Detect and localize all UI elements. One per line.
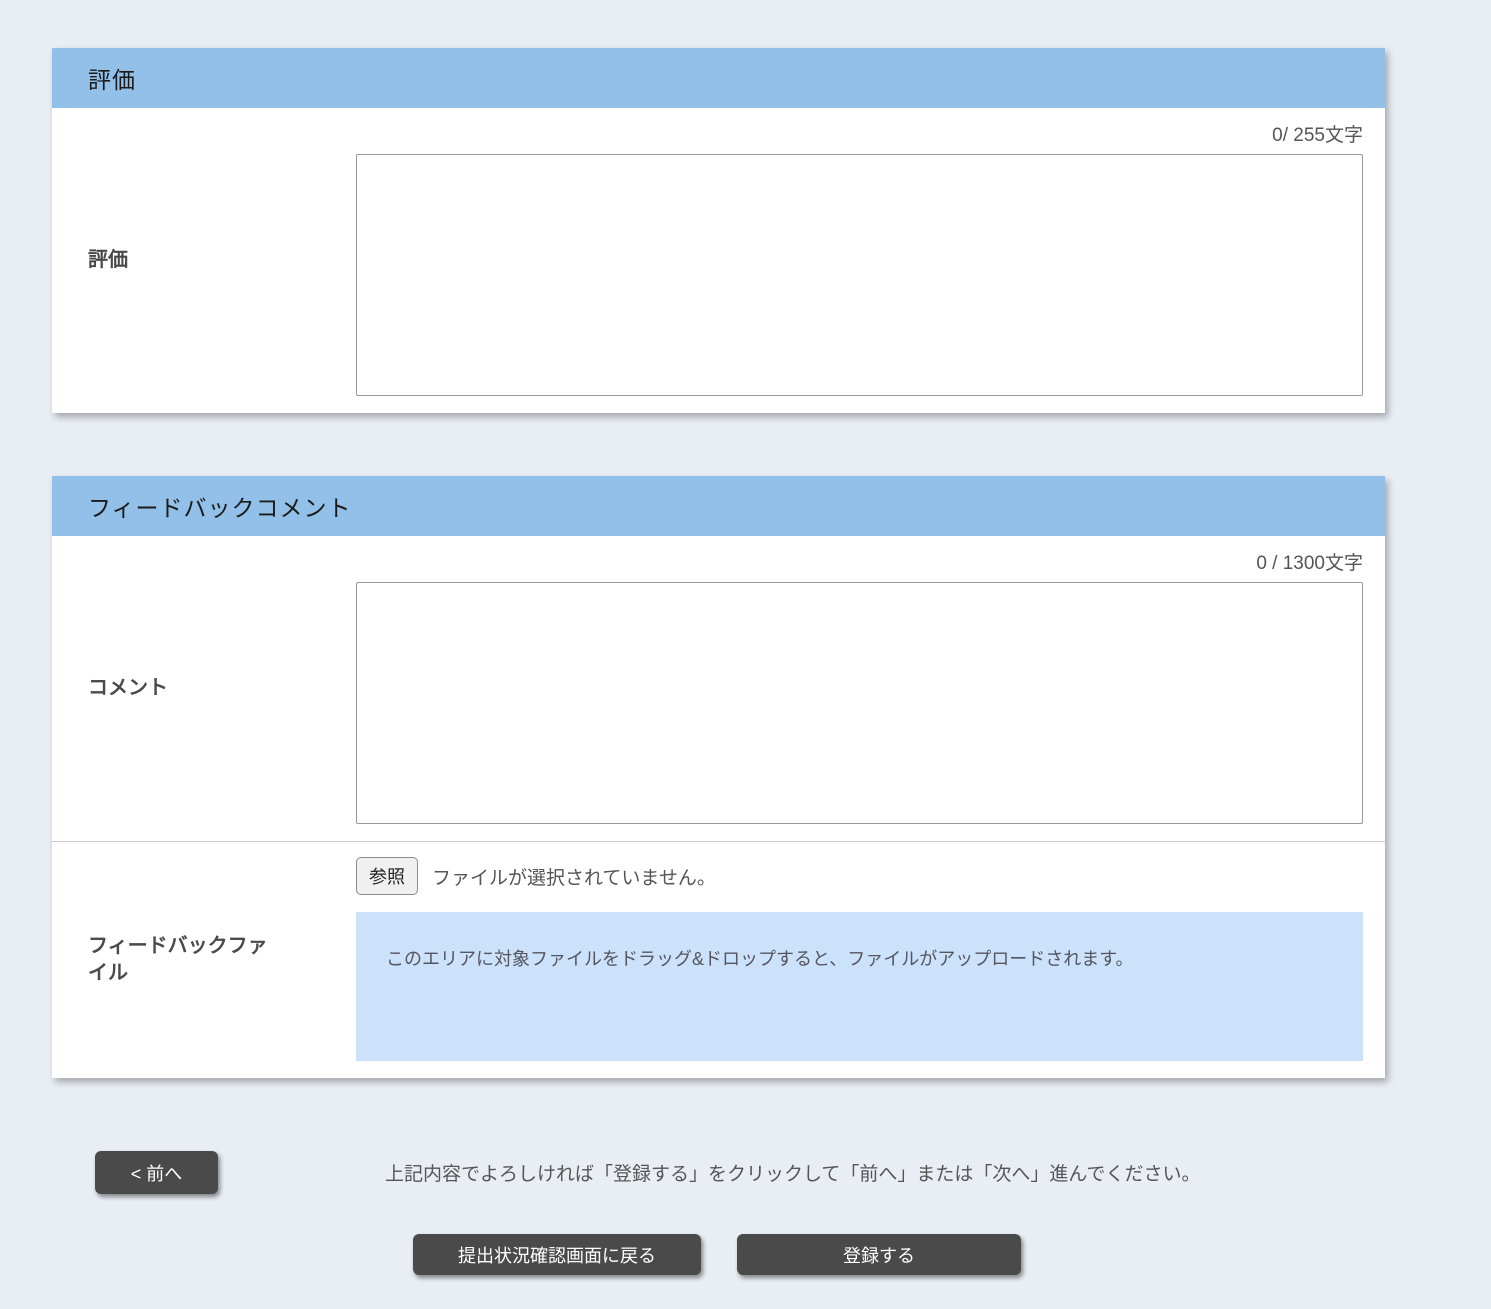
browse-file-button[interactable]: 参照: [356, 857, 418, 895]
evaluation-textarea[interactable]: [356, 154, 1363, 396]
file-drop-area-text: このエリアに対象ファイルをドラッグ&ドロップすると、ファイルがアップロードされま…: [386, 949, 1133, 969]
evaluation-field: 0/ 255文字: [356, 108, 1385, 413]
feedback-file-label: フィードバックファイル: [52, 842, 356, 1078]
feedback-panel-title: フィードバックコメント: [88, 489, 352, 523]
evaluation-panel: 評価 評価 0/ 255文字: [52, 48, 1385, 413]
evaluation-panel-title: 評価: [88, 61, 136, 95]
feedback-panel-header: フィードバックコメント: [52, 476, 1385, 536]
previous-button[interactable]: < 前へ: [95, 1151, 218, 1194]
register-button[interactable]: 登録する: [737, 1234, 1021, 1275]
comment-label: コメント: [52, 536, 356, 841]
footer-instruction-text: 上記内容でよろしければ「登録する」をクリックして「前へ」または「次へ」進んでくだ…: [385, 1159, 1200, 1186]
comment-char-counter: 0 / 1300文字: [356, 548, 1363, 575]
comment-textarea[interactable]: [356, 582, 1363, 824]
footer-actions: < 前へ 上記内容でよろしければ「登録する」をクリックして「前へ」または「次へ」…: [0, 1151, 1491, 1275]
feedback-file-row: フィードバックファイル 参照 ファイルが選択されていません。 このエリアに対象フ…: [52, 841, 1385, 1078]
evaluation-row: 評価 0/ 255文字: [52, 108, 1385, 413]
file-drop-area[interactable]: このエリアに対象ファイルをドラッグ&ドロップすると、ファイルがアップロードされま…: [356, 912, 1363, 1061]
file-input-row: 参照 ファイルが選択されていません。: [356, 857, 1363, 895]
feedback-file-field: 参照 ファイルが選択されていません。 このエリアに対象ファイルをドラッグ&ドロッ…: [356, 842, 1385, 1078]
footer-row-submit: 提出状況確認画面に戻る 登録する: [413, 1234, 1491, 1275]
evaluation-label: 評価: [52, 108, 356, 413]
comment-field: 0 / 1300文字: [356, 536, 1385, 841]
comment-row: コメント 0 / 1300文字: [52, 536, 1385, 841]
comment-label-text: コメント: [88, 675, 168, 702]
back-to-status-button[interactable]: 提出状況確認画面に戻る: [413, 1234, 701, 1275]
evaluation-label-text: 評価: [88, 247, 128, 274]
feedback-file-label-text: フィードバックファイル: [88, 933, 286, 987]
footer-row-previous: < 前へ 上記内容でよろしければ「登録する」をクリックして「前へ」または「次へ」…: [95, 1151, 1491, 1194]
evaluation-panel-header: 評価: [52, 48, 1385, 108]
file-selected-status: ファイルが選択されていません。: [432, 863, 716, 890]
feedback-panel: フィードバックコメント コメント 0 / 1300文字 フィードバックファイル …: [52, 476, 1385, 1078]
evaluation-char-counter: 0/ 255文字: [356, 120, 1363, 147]
